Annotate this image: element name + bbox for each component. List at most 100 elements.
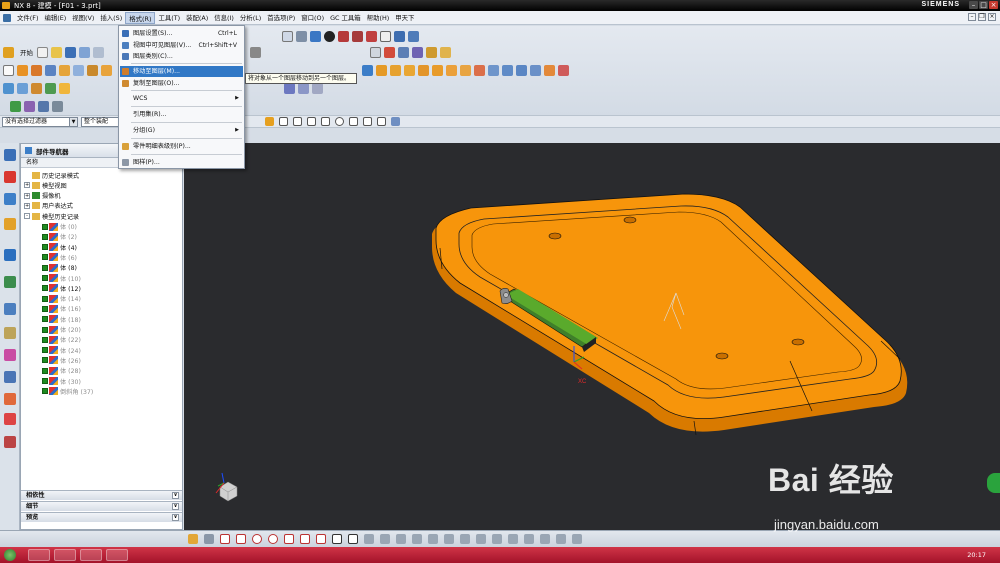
visibility-checkbox[interactable]	[42, 347, 48, 354]
show-constraints-icon[interactable]	[460, 534, 470, 544]
measure-icon[interactable]	[24, 100, 35, 112]
tree-group[interactable]: - 模型历史记录	[24, 211, 79, 221]
format-menu-item[interactable]: 引用集(R)...	[120, 109, 243, 120]
copy-icon[interactable]	[93, 46, 104, 58]
face-blend-icon[interactable]	[558, 64, 569, 76]
trim-icon[interactable]	[474, 64, 485, 76]
menu-item[interactable]: 窗口(O)	[298, 12, 327, 24]
point-icon[interactable]	[362, 64, 373, 76]
chamfer-icon[interactable]	[59, 82, 70, 94]
reattach-icon[interactable]	[556, 534, 566, 544]
check-icon[interactable]	[10, 100, 21, 112]
wcs-rotate-icon[interactable]	[398, 46, 409, 58]
fillet-icon[interactable]	[284, 534, 294, 544]
dimension-icon[interactable]	[428, 534, 438, 544]
expand-icon[interactable]: +	[24, 202, 30, 209]
tree-feature-row[interactable]: 体 (24)	[42, 345, 81, 355]
roles-icon[interactable]	[4, 393, 16, 405]
wcs-display-icon[interactable]	[426, 46, 437, 58]
tree-feature-row[interactable]: 体 (22)	[42, 335, 81, 345]
zoom-icon[interactable]	[296, 30, 307, 42]
tree-feature-row[interactable]: 体 (16)	[42, 304, 81, 314]
start-orb-icon[interactable]	[4, 549, 16, 561]
tree-feature-row[interactable]: 体 (10)	[42, 273, 81, 283]
tree-group[interactable]: + 用户表达式	[24, 201, 73, 211]
save-icon[interactable]	[65, 46, 76, 58]
trim-curve-icon[interactable]	[364, 534, 374, 544]
select-all-icon[interactable]	[284, 82, 295, 94]
blend-icon[interactable]	[101, 64, 112, 76]
shaded-icon[interactable]	[324, 30, 335, 42]
menu-item[interactable]: 装配(A)	[183, 12, 211, 24]
styled-blend-icon[interactable]	[544, 64, 555, 76]
start-icon[interactable]	[3, 46, 14, 58]
quadrant-point-icon[interactable]	[349, 117, 358, 126]
cut-icon[interactable]	[79, 46, 90, 58]
background-icon[interactable]	[380, 30, 391, 42]
system-scene-icon[interactable]	[4, 413, 16, 425]
mid-point-icon[interactable]	[293, 117, 302, 126]
hd3d-tools-icon[interactable]	[4, 249, 16, 261]
mirror-curve-icon[interactable]	[412, 534, 422, 544]
point-on-curve-icon[interactable]	[377, 117, 386, 126]
auto-constrain-icon[interactable]	[508, 534, 518, 544]
pad-icon[interactable]	[87, 64, 98, 76]
arc-icon[interactable]	[252, 534, 262, 544]
close-button[interactable]: ×	[989, 1, 998, 9]
boss-icon[interactable]	[59, 64, 70, 76]
visibility-checkbox[interactable]	[42, 223, 48, 230]
wcs-save-icon[interactable]	[440, 46, 451, 58]
convert-reference-icon[interactable]	[476, 534, 486, 544]
tree-feature-row[interactable]: 体 (8)	[42, 263, 77, 273]
maximize-button[interactable]: □	[979, 1, 988, 9]
sew-icon[interactable]	[460, 64, 471, 76]
menu-item[interactable]: 文件(F)	[14, 12, 41, 24]
visibility-checkbox[interactable]	[42, 316, 48, 323]
spline-icon[interactable]	[316, 534, 326, 544]
navigator-panel-header[interactable]: 细节 ∨	[21, 501, 182, 511]
render-style-icon[interactable]	[338, 30, 349, 42]
manufacturing-wizard-icon[interactable]	[4, 371, 16, 383]
tree-feature-row[interactable]: 体 (6)	[42, 252, 77, 262]
extrude-icon[interactable]	[17, 64, 28, 76]
wcs-origin-icon[interactable]	[384, 46, 395, 58]
assembly-navigator-icon[interactable]	[4, 149, 16, 161]
sketch-task-icon[interactable]	[188, 534, 198, 544]
tree-group[interactable]: + 模型视图	[24, 180, 67, 190]
select-body-icon[interactable]	[312, 82, 323, 94]
circle-icon[interactable]	[268, 534, 278, 544]
taskbar-app-button[interactable]	[28, 549, 50, 561]
tree-feature-row[interactable]: 体 (28)	[42, 366, 81, 376]
collapse-icon[interactable]: -	[24, 213, 30, 220]
visibility-checkbox[interactable]	[42, 295, 48, 302]
menu-item[interactable]: 编辑(E)	[41, 12, 69, 24]
format-menu-item[interactable]: 图层类别(C)...	[120, 51, 243, 62]
subtract-icon[interactable]	[17, 82, 28, 94]
visibility-checkbox[interactable]	[42, 378, 48, 384]
menu-item[interactable]: 插入(S)	[97, 12, 125, 24]
offset-curve-icon[interactable]	[348, 534, 358, 544]
menu-item[interactable]: 信息(I)	[211, 12, 237, 24]
reuse-library-icon[interactable]	[4, 218, 16, 230]
intersection-point-icon[interactable]	[321, 117, 330, 126]
existing-point-icon[interactable]	[363, 117, 372, 126]
tree-group[interactable]: + 摄像机	[24, 191, 61, 201]
wcs-icon[interactable]	[370, 46, 381, 58]
hole-icon[interactable]	[45, 64, 56, 76]
format-menu-item[interactable]: 零件明细表级别(P)...	[120, 141, 243, 152]
format-menu-item[interactable]: 图样(P)...	[120, 157, 243, 168]
doc-restore-button[interactable]: ❐	[978, 13, 986, 21]
extend-icon[interactable]	[488, 64, 499, 76]
end-point-icon[interactable]	[279, 117, 288, 126]
tree-feature-row[interactable]: 体 (0)	[42, 222, 77, 232]
constraint-icon[interactable]	[444, 534, 454, 544]
tree-feature-row[interactable]: 体 (14)	[42, 294, 81, 304]
visibility-checkbox[interactable]	[42, 388, 48, 395]
visibility-checkbox[interactable]	[42, 326, 48, 333]
draft-icon[interactable]	[404, 64, 415, 76]
pattern-icon[interactable]	[432, 64, 443, 76]
snap-enable-icon[interactable]	[265, 117, 274, 126]
taskbar-app-button[interactable]	[106, 549, 128, 561]
tree-group[interactable]: 历史记录模式	[24, 170, 79, 180]
visibility-checkbox[interactable]	[42, 233, 48, 240]
